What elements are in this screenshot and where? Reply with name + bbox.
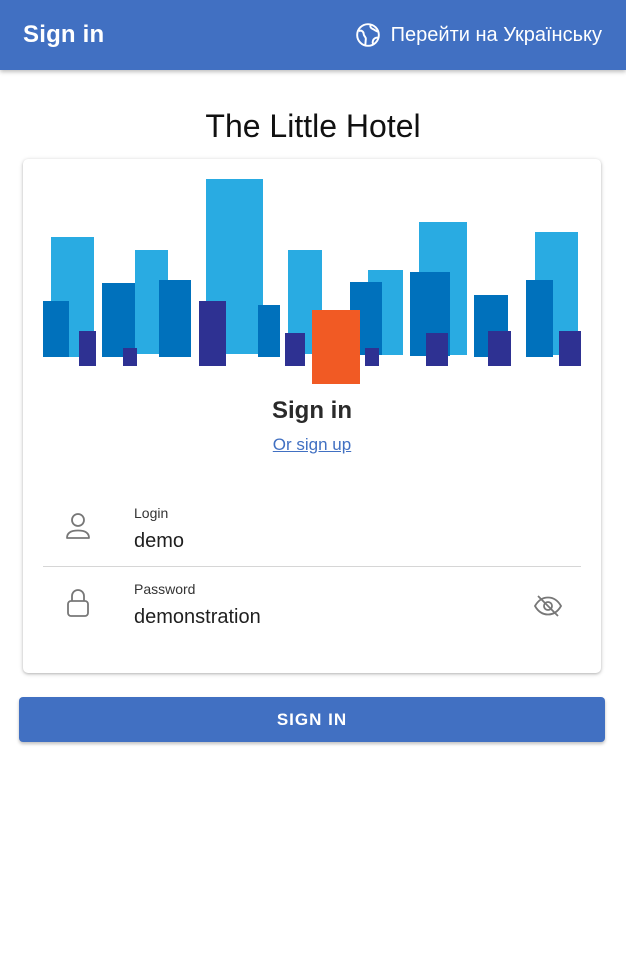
password-field[interactable]: Password xyxy=(43,567,581,643)
login-input[interactable] xyxy=(134,527,494,555)
signin-card: Sign in Or sign up Login Password xyxy=(23,159,601,673)
login-label: Login xyxy=(134,505,169,521)
password-input[interactable] xyxy=(134,603,494,631)
city-skyline-illustration xyxy=(43,179,581,384)
login-field[interactable]: Login xyxy=(43,491,581,567)
sign-up-link[interactable]: Or sign up xyxy=(23,435,601,455)
globe-icon xyxy=(355,22,381,48)
app-bar: Sign in Перейти на Українську xyxy=(0,0,626,70)
app-bar-title: Sign in xyxy=(23,21,105,48)
lock-icon xyxy=(65,587,91,624)
user-icon xyxy=(65,511,91,546)
sign-in-button[interactable]: SIGN IN xyxy=(19,697,605,742)
password-label: Password xyxy=(134,581,196,597)
language-switch-label: Перейти на Українську xyxy=(390,23,602,46)
form-title: Sign in xyxy=(272,397,352,424)
hotel-name-title: The Little Hotel xyxy=(205,108,421,144)
eye-off-icon[interactable] xyxy=(533,595,563,622)
language-switch-link[interactable]: Перейти на Українську xyxy=(355,22,602,48)
